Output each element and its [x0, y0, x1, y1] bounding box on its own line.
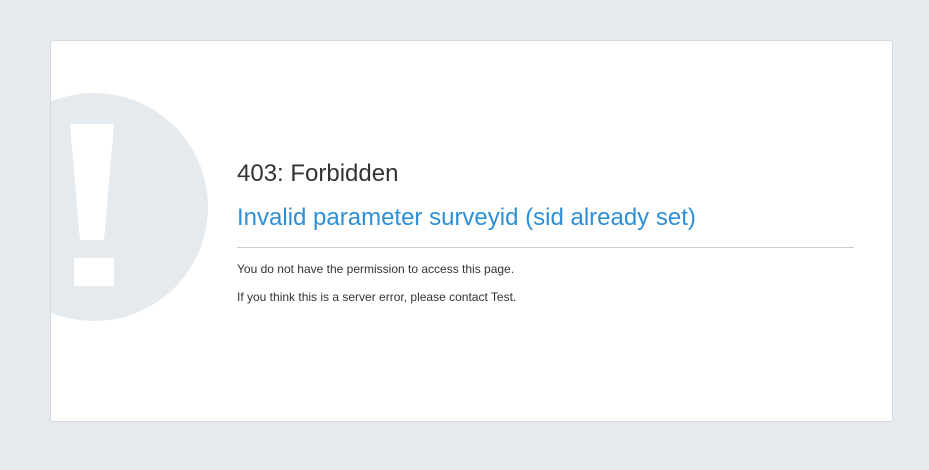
exclamation-icon [51, 93, 208, 321]
permission-text: You do not have the permission to access… [237, 262, 515, 276]
contact-text: If you think this is a server error, ple… [237, 290, 517, 304]
error-card: 403: Forbidden Invalid parameter surveyi… [50, 40, 893, 422]
divider [237, 247, 854, 248]
error-code-heading: 403: Forbidden [237, 160, 399, 187]
error-content: 403: Forbidden Invalid parameter surveyi… [237, 159, 854, 305]
error-message-heading: Invalid parameter surveyid (sid already … [237, 204, 696, 231]
